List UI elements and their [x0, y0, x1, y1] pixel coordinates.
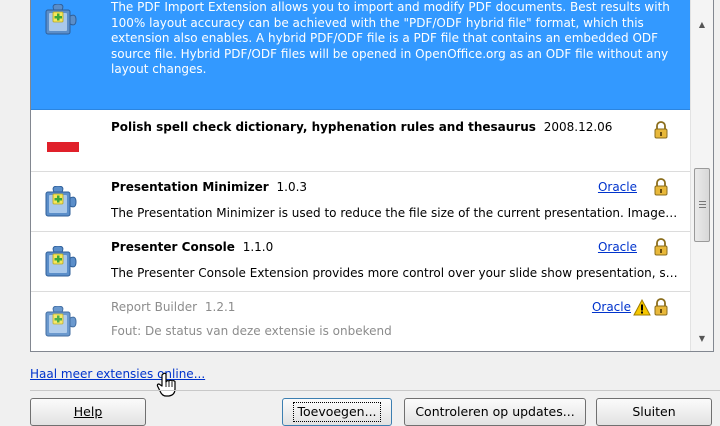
extension-description: The Presenter Console Extension provides… [111, 266, 681, 280]
extension-title: Presentation Minimizer 1.0.3 [111, 180, 307, 194]
add-button[interactable]: Toevoegen... [282, 398, 392, 426]
extension-title: Polish spell check dictionary, hyphenati… [111, 120, 612, 134]
extension-version: 1.0.3 [276, 180, 308, 194]
extension-description: The PDF Import Extension allows you to i… [111, 0, 670, 76]
puzzle-icon [45, 306, 81, 340]
puzzle-icon [45, 246, 81, 280]
close-button[interactable]: Sluiten [596, 398, 712, 426]
polish-flag-icon [47, 132, 79, 152]
list-item-report-builder[interactable]: Report Builder 1.2.1 Oracle Fout: De sta… [31, 292, 691, 351]
scroll-thumb[interactable] [694, 168, 710, 242]
add-button-label: Toevoegen... [293, 402, 381, 422]
list-item-pdf-import[interactable]: The PDF Import Extension allows you to i… [31, 0, 691, 110]
footer-divider [30, 390, 720, 391]
list-item-polish-dictionary[interactable]: Polish spell check dictionary, hyphenati… [31, 110, 691, 172]
help-button[interactable]: Help [30, 398, 146, 426]
extension-list[interactable]: The PDF Import Extension allows you to i… [30, 0, 714, 352]
list-item-presentation-minimizer[interactable]: Presentation Minimizer 1.0.3 Oracle The … [31, 172, 691, 232]
scroll-up-arrow-icon[interactable]: ▲ [691, 16, 713, 34]
scroll-down-arrow-icon[interactable]: ▼ [691, 330, 713, 348]
lock-icon [653, 121, 669, 139]
extension-name: Report Builder [111, 300, 198, 314]
extension-version: 1.1.0 [242, 240, 274, 254]
extension-rows: The PDF Import Extension allows you to i… [31, 0, 691, 351]
extension-description: The Presentation Minimizer is used to re… [111, 206, 681, 220]
extension-title: Report Builder 1.2.1 [111, 300, 235, 314]
get-more-extensions-link[interactable]: Haal meer extensies online... [30, 367, 205, 381]
close-button-label: Sluiten [632, 404, 676, 419]
extension-version: 1.2.1 [204, 300, 236, 314]
extension-name: Polish spell check dictionary, hyphenati… [111, 120, 536, 134]
help-button-label: Help [73, 404, 103, 419]
puzzle-icon [45, 4, 81, 38]
extension-version: 2008.12.06 [543, 120, 613, 134]
list-item-presenter-console[interactable]: Presenter Console 1.1.0 Oracle The Prese… [31, 232, 691, 292]
check-updates-button[interactable]: Controleren op updates... [404, 398, 586, 426]
publisher-link[interactable]: Oracle [598, 180, 637, 194]
lock-icon [653, 298, 669, 316]
publisher-link[interactable]: Oracle [598, 240, 637, 254]
lock-icon [653, 178, 669, 196]
extension-description: Fout: De status van deze extensie is onb… [111, 324, 392, 338]
lock-icon [653, 238, 669, 256]
extension-name: Presenter Console [111, 240, 235, 254]
warning-icon [633, 299, 651, 316]
hand-cursor-icon [156, 372, 176, 397]
extension-name: Presentation Minimizer [111, 180, 269, 194]
publisher-link[interactable]: Oracle [592, 300, 631, 314]
extension-title: Presenter Console 1.1.0 [111, 240, 273, 254]
check-updates-button-label: Controleren op updates... [415, 404, 575, 419]
vertical-scrollbar[interactable]: ▲ ▼ [690, 0, 713, 351]
puzzle-icon [45, 186, 81, 220]
